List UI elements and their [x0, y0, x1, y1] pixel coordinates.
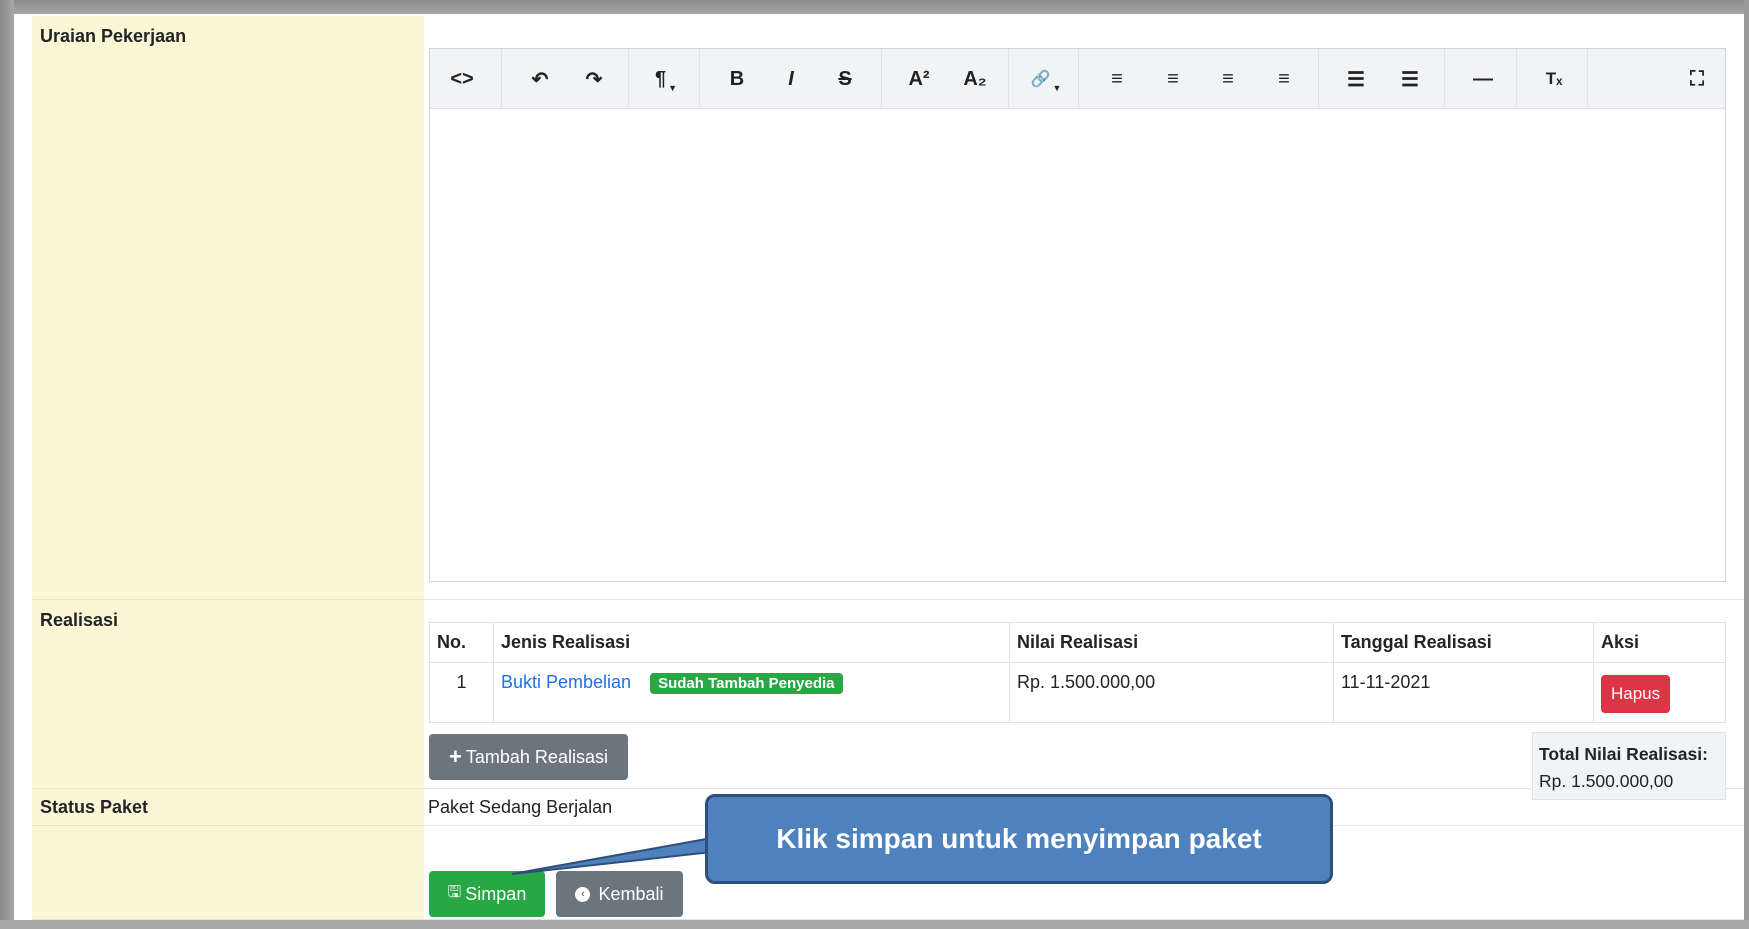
tambah-realisasi-label: Tambah Realisasi	[465, 746, 608, 767]
realisasi-label-text: Realisasi	[40, 610, 119, 630]
chevron-down-icon: ▼	[668, 83, 678, 93]
redo-glyph: ↷	[585, 68, 603, 91]
subscript-icon[interactable]: A₂	[953, 49, 997, 109]
total-nilai-label: Total Nilai Realisasi:	[1539, 744, 1708, 764]
align-left-glyph: ≡	[1111, 67, 1123, 90]
screenshot-frame-left	[0, 0, 14, 929]
horizontal-rule-glyph: —	[1473, 67, 1493, 90]
status-label: Status Paket	[32, 789, 424, 826]
hapus-button[interactable]: Hapus	[1601, 675, 1671, 713]
toolbar-separator	[501, 49, 502, 109]
total-nilai-box: Total Nilai Realisasi: Rp. 1.500.000,00	[1532, 732, 1726, 800]
status-badge: Sudah Tambah Penyedia	[650, 673, 843, 694]
simpan-label: Simpan	[465, 883, 527, 904]
italic-icon[interactable]: I	[769, 49, 813, 109]
toolbar-separator	[881, 49, 882, 109]
editor-content-area[interactable]	[430, 109, 1725, 581]
callout-box: Klik simpan untuk menyimpan paket	[705, 794, 1333, 884]
col-header-jenis: Jenis Realisasi	[493, 622, 1010, 663]
back-circle-icon: ‹	[575, 886, 591, 902]
undo-icon[interactable]: ↶	[518, 49, 562, 109]
unordered-list-glyph: ☰	[1347, 68, 1365, 91]
col-header-tanggal: Tanggal Realisasi	[1333, 622, 1594, 663]
superscript-glyph: A²	[908, 67, 930, 90]
status-value: Paket Sedang Berjalan	[428, 797, 613, 817]
toolbar-separator	[1516, 49, 1517, 109]
table-header-row: No. Jenis Realisasi Nilai Realisasi Tang…	[429, 622, 1726, 663]
toolbar-separator	[1587, 49, 1588, 109]
simpan-button[interactable]: 🖫 Simpan	[429, 871, 545, 917]
screenshot-frame-bottom	[0, 920, 1749, 929]
toolbar-separator	[1444, 49, 1445, 109]
link-icon[interactable]: 🔗 ▼	[1024, 49, 1068, 109]
bold-icon[interactable]: B	[715, 49, 759, 109]
undo-glyph: ↶	[531, 68, 549, 91]
uraian-label: Uraian Pekerjaan	[32, 16, 424, 600]
callout-text: Klik simpan untuk menyimpan paket	[776, 823, 1262, 854]
col-header-no: No.	[429, 622, 494, 663]
toolbar-separator	[699, 49, 700, 109]
chevron-down-icon: ▼	[1052, 83, 1062, 93]
realisasi-label: Realisasi	[32, 600, 424, 789]
uraian-label-text: Uraian Pekerjaan	[40, 26, 187, 46]
redo-icon[interactable]: ↷	[572, 49, 616, 109]
save-icon: 🖫	[447, 883, 462, 901]
jenis-link[interactable]: Bukti Pembelian	[501, 672, 631, 692]
ordered-list-icon[interactable]: ☰	[1388, 49, 1432, 109]
align-center-icon[interactable]: ≡	[1151, 49, 1195, 109]
screenshot-frame-right	[1744, 0, 1749, 929]
toolbar-separator	[1008, 49, 1009, 109]
kembali-button[interactable]: ‹ Kembali	[556, 871, 683, 917]
row-no: 1	[429, 662, 494, 723]
rich-text-editor[interactable]: <> ↶ ↷ ¶ ▼ B I S A² A₂ 🔗 ▼ ≡ ≡ ≡ ≡ ☰ ☰ — T…	[429, 48, 1726, 582]
fullscreen-glyph: ⛶	[1690, 67, 1704, 90]
status-label-text: Status Paket	[40, 797, 149, 817]
align-left-icon[interactable]: ≡	[1095, 49, 1139, 109]
fullscreen-icon[interactable]: ⛶	[1675, 49, 1719, 109]
paragraph-glyph: ¶	[654, 67, 667, 90]
align-right-glyph: ≡	[1222, 67, 1234, 90]
align-right-icon[interactable]: ≡	[1206, 49, 1250, 109]
paragraph-icon[interactable]: ¶ ▼	[644, 49, 688, 109]
row-jenis-cell: Bukti Pembelian Sudah Tambah Penyedia	[493, 662, 1010, 723]
strikethrough-icon[interactable]: S	[823, 49, 867, 109]
code-view-icon[interactable]: <>	[440, 49, 484, 109]
code-view-glyph: <>	[450, 67, 474, 90]
align-justify-icon[interactable]: ≡	[1262, 49, 1306, 109]
row-tanggal: 11-11-2021	[1333, 662, 1594, 723]
strikethrough-glyph: S	[838, 67, 852, 90]
italic-glyph: I	[788, 67, 794, 90]
total-nilai-value: Rp. 1.500.000,00	[1539, 771, 1674, 791]
realisasi-table: No. Jenis Realisasi Nilai Realisasi Tang…	[429, 622, 1726, 723]
align-justify-glyph: ≡	[1278, 67, 1290, 90]
clear-format-icon[interactable]: Tₓ	[1532, 49, 1576, 109]
clear-format-glyph: Tₓ	[1545, 69, 1563, 88]
superscript-icon[interactable]: A²	[897, 49, 941, 109]
horizontal-rule-icon[interactable]: —	[1461, 49, 1505, 109]
align-center-glyph: ≡	[1167, 67, 1179, 90]
screenshot-frame-top	[0, 0, 1749, 14]
table-row: 1 Bukti Pembelian Sudah Tambah Penyedia …	[429, 662, 1726, 723]
unordered-list-icon[interactable]: ☰	[1334, 49, 1378, 109]
toolbar-separator	[1318, 49, 1319, 109]
row-nilai: Rp. 1.500.000,00	[1009, 662, 1334, 723]
subscript-glyph: A₂	[963, 67, 987, 90]
row-aksi-cell: Hapus	[1593, 662, 1726, 723]
kembali-label: Kembali	[598, 883, 664, 904]
ordered-list-glyph: ☰	[1401, 68, 1419, 91]
col-header-aksi: Aksi	[1593, 622, 1726, 663]
plus-icon: +	[449, 744, 462, 769]
bold-glyph: B	[729, 67, 745, 90]
toolbar-separator	[1078, 49, 1079, 109]
col-header-nilai: Nilai Realisasi	[1009, 622, 1334, 663]
editor-toolbar: <> ↶ ↷ ¶ ▼ B I S A² A₂ 🔗 ▼ ≡ ≡ ≡ ≡ ☰ ☰ — T…	[430, 49, 1725, 109]
tambah-realisasi-button[interactable]: + Tambah Realisasi	[429, 734, 628, 780]
link-glyph: 🔗	[1030, 71, 1051, 88]
button-row-label	[32, 826, 424, 920]
toolbar-separator	[628, 49, 629, 109]
